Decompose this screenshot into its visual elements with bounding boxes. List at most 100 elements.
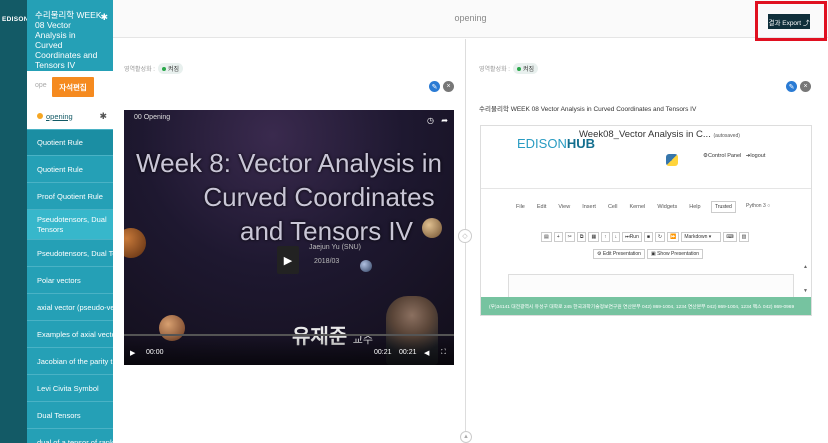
stop-icon[interactable]: ■ xyxy=(643,232,653,242)
cell-type-select[interactable]: Markdown ▾ xyxy=(681,232,722,242)
video-byline: Jaejun Yu (SNU) xyxy=(309,244,362,251)
notebook-toolbar: ▤ + ✂ ⧉ ▦ ↑ ↓ ⏭Run ■ ↻ ⏩ Markdown ▾ ⌨ ▥ xyxy=(541,232,750,242)
sidebar-item[interactable]: Levi Civita Symbol xyxy=(27,375,113,402)
kernel-indicator: Python 3 ○ xyxy=(746,203,770,209)
menu-item[interactable]: Help xyxy=(689,204,700,210)
sidebar-item-label: opening xyxy=(46,111,73,121)
sidebar-item[interactable]: axial vector (pseudo-vect... xyxy=(27,294,113,321)
copy-icon[interactable]: ⧉ xyxy=(576,232,587,242)
menu-item[interactable]: Edit xyxy=(537,204,546,210)
presentation-toolbar: ⚙ Edit Presentation ▣ Show Presentation xyxy=(593,249,704,259)
time-b: 00:21 xyxy=(399,349,417,356)
chart-icon[interactable]: ▥ xyxy=(738,232,750,242)
activation-toggle[interactable]: 켜짐 xyxy=(512,63,538,74)
menu-item[interactable]: File xyxy=(516,204,525,210)
export-highlight: 결과 Export ⤴ xyxy=(755,1,827,41)
notebook-frame[interactable]: EDISONHUB Week08_Vector Analysis in C...… xyxy=(480,125,812,316)
restart-icon[interactable]: ↻ xyxy=(654,232,666,242)
move-down-icon[interactable]: ↓ xyxy=(611,232,621,242)
python-icon xyxy=(666,154,678,166)
divider xyxy=(481,188,811,189)
video-player[interactable]: 00 Opening ◷ ➦ Week 8: Vector Analysis i… xyxy=(124,110,454,365)
gear-icon[interactable]: ✱ xyxy=(99,111,107,122)
sidebar-item-opening[interactable]: opening ✱ xyxy=(27,103,113,130)
notebook-footer: (우)34141 대전광역시 유성구 대학로 245 한국과학기술정보연구원 연… xyxy=(481,297,811,315)
status-dot-icon xyxy=(37,113,43,119)
notebook-name[interactable]: Week08_Vector Analysis in C... (autosave… xyxy=(579,129,740,140)
show-presentation-button[interactable]: ▣ Show Presentation xyxy=(646,249,704,259)
run-button[interactable]: ⏭Run xyxy=(622,232,642,242)
edison-logo[interactable]: EDISON xyxy=(2,16,29,23)
export-button[interactable]: 결과 Export ⤴ xyxy=(768,14,810,29)
sidebar-item[interactable]: Pseudotensors, Dual Ten... xyxy=(27,240,113,267)
menu-item[interactable]: Widgets xyxy=(657,204,677,210)
activation-label: 영역활성화 : xyxy=(124,67,155,73)
sidebar-item[interactable]: Examples of axial vectors... xyxy=(27,321,113,348)
activation-meta: 영역활성화 : 켜짐 xyxy=(124,63,183,74)
menu-item[interactable]: Insert xyxy=(582,204,596,210)
keyboard-icon[interactable]: ⌨ xyxy=(723,232,737,242)
sidebar-item[interactable]: Polar vectors xyxy=(27,267,113,294)
sidebar-item[interactable]: Proof Quotient Rule xyxy=(27,183,113,210)
sidebar: 수리물리학 WEEK 08 Vector Analysis in Curved … xyxy=(27,0,113,443)
export-label: 결과 Export xyxy=(768,19,802,27)
edit-label: ope xyxy=(35,82,47,89)
sidebar-item[interactable]: dual of a tensor of rank 3 xyxy=(27,429,113,443)
activation-toggle[interactable]: 켜짐 xyxy=(157,63,183,74)
logout-link[interactable]: ➔logout xyxy=(746,153,766,159)
bottom-handle-icon[interactable]: ▲ xyxy=(460,431,472,443)
notebook-menu: File Edit View Insert Cell Kernel Widget… xyxy=(516,204,701,210)
volume-icon[interactable]: ◀ xyxy=(424,349,429,357)
menu-item[interactable]: Cell xyxy=(608,204,617,210)
video-headline: Week 8: Vector Analysis in Curved Coordi… xyxy=(124,146,454,248)
run-label: Run xyxy=(629,234,639,240)
sidebar-item[interactable]: Jacobian of the parity tra... xyxy=(27,348,113,375)
clock-icon[interactable]: ◷ xyxy=(427,116,434,125)
headline-line: Curved Coordinates xyxy=(203,182,435,212)
close-icon[interactable]: × xyxy=(800,81,811,92)
activation-state: 켜짐 xyxy=(522,67,534,73)
show-presentation-label: Show Presentation xyxy=(657,251,700,257)
content-title: 수리물리학 WEEK 08 Vector Analysis in Curved … xyxy=(479,106,697,113)
course-header: 수리물리학 WEEK 08 Vector Analysis in Curved … xyxy=(27,0,113,71)
notebook-cell[interactable] xyxy=(508,274,794,298)
fast-forward-icon[interactable]: ⏩ xyxy=(667,232,680,242)
play-control-icon[interactable]: ▶ xyxy=(130,349,135,357)
logout-label: logout xyxy=(750,153,766,159)
sidebar-section[interactable]: Pseudotensors, Dual Tensors xyxy=(27,210,113,240)
main-area: opening 결과 Export ⤴ 영역활성화 : 켜짐 ✎ × 00 Op… xyxy=(113,0,828,443)
trusted-badge[interactable]: Trusted xyxy=(711,201,736,213)
notebook-name-text: Week08_Vector Analysis in C... xyxy=(579,129,711,140)
sidebar-item[interactable]: Dual Tensors xyxy=(27,402,113,429)
gear-icon[interactable]: ✱ xyxy=(100,12,108,22)
notebook-header-links: ⚙Control Panel ➔logout xyxy=(703,153,765,159)
edit-pencil-icon[interactable]: ✎ xyxy=(786,81,797,92)
export-icon: ⤴ xyxy=(803,19,810,27)
add-cell-icon[interactable]: + xyxy=(553,232,563,242)
edit-presentation-button[interactable]: ⚙ Edit Presentation xyxy=(593,249,645,259)
video-controls: ▶ 00:00 00:21 00:21 ◀ ⛶ xyxy=(124,335,454,365)
edit-button[interactable]: 자석편집 xyxy=(52,77,94,97)
video-label: 00 Opening xyxy=(134,114,171,121)
headline-line: Week 8: Vector Analysis in xyxy=(136,148,442,178)
fullscreen-icon[interactable]: ⛶ xyxy=(441,349,446,357)
sidebar-item[interactable]: Quotient Rule xyxy=(27,156,113,183)
app-rail: EDISON xyxy=(0,0,29,443)
edit-pencil-icon[interactable]: ✎ xyxy=(429,81,440,92)
play-icon[interactable]: ▶ xyxy=(277,246,299,274)
sidebar-section[interactable]: Quotient Rule xyxy=(27,130,113,156)
save-icon[interactable]: ▤ xyxy=(541,232,552,242)
edit-presentation-label: Edit Presentation xyxy=(602,251,641,257)
menu-item[interactable]: Kernel xyxy=(629,204,645,210)
cut-icon[interactable]: ✂ xyxy=(564,232,575,242)
share-icon[interactable]: ➦ xyxy=(441,116,448,125)
time-a: 00:21 xyxy=(374,349,392,356)
course-title: 수리물리학 WEEK 08 Vector Analysis in Curved … xyxy=(35,10,102,70)
paste-icon[interactable]: ▦ xyxy=(588,232,600,242)
move-up-icon[interactable]: ↑ xyxy=(601,232,610,242)
cell-type-value: Markdown xyxy=(684,234,708,240)
close-icon[interactable]: × xyxy=(443,81,454,92)
menu-item[interactable]: View xyxy=(558,204,570,210)
control-panel-link[interactable]: ⚙Control Panel xyxy=(703,153,741,159)
kernel-status-icon: ○ xyxy=(767,203,771,209)
